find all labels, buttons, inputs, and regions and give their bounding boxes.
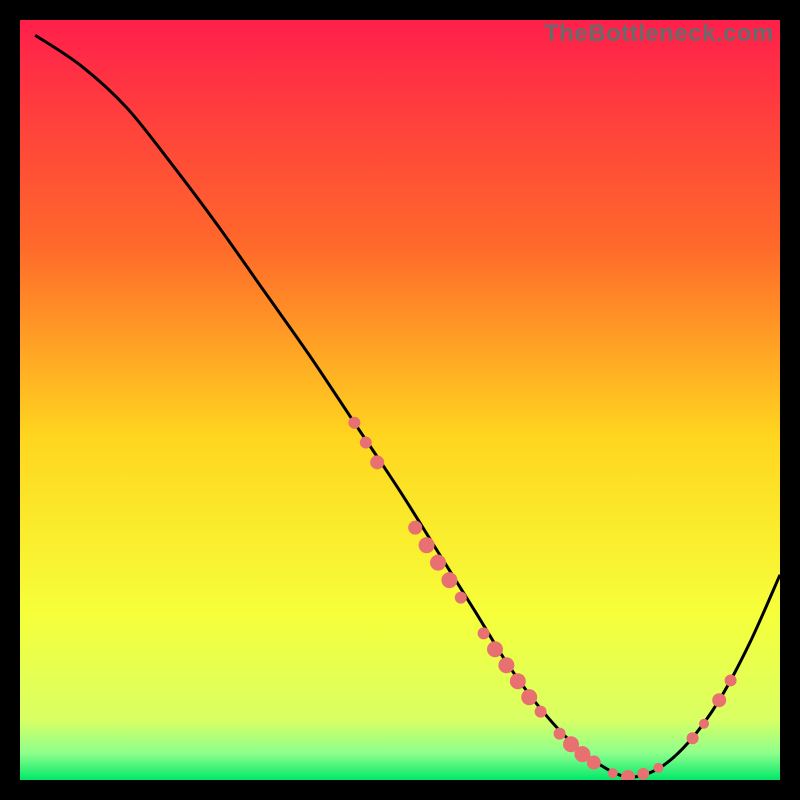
chart-frame: TheBottleneck.com <box>20 20 780 780</box>
highlight-point <box>712 693 726 707</box>
highlight-point <box>487 641 503 657</box>
highlight-point <box>535 706 547 718</box>
highlight-point <box>455 592 467 604</box>
watermark-text: TheBottleneck.com <box>544 20 774 48</box>
gradient-background <box>20 20 780 780</box>
highlight-point <box>725 674 737 686</box>
highlight-point <box>408 521 422 535</box>
highlight-point <box>419 537 435 553</box>
highlight-point <box>370 455 384 469</box>
highlight-point <box>348 417 360 429</box>
highlight-point <box>608 768 618 778</box>
highlight-point <box>521 689 537 705</box>
bottleneck-chart <box>20 20 780 780</box>
highlight-point <box>554 728 566 740</box>
highlight-point <box>430 555 446 571</box>
highlight-point <box>441 572 457 588</box>
highlight-point <box>637 768 649 780</box>
highlight-point <box>498 657 514 673</box>
highlight-point <box>587 756 601 770</box>
highlight-point <box>360 437 372 449</box>
highlight-point <box>653 763 663 773</box>
highlight-point <box>510 673 526 689</box>
highlight-point <box>699 719 709 729</box>
highlight-point <box>687 732 699 744</box>
highlight-point <box>478 627 490 639</box>
